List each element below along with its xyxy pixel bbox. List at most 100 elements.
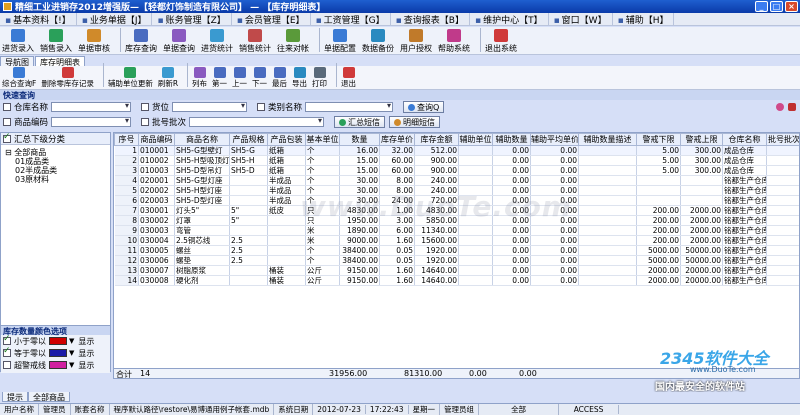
toolbar-button[interactable]: 辅助单位更新 (108, 67, 153, 89)
table-row[interactable]: 9 030003 弯管 米 1890.00 6.00 11340.00 0.00 0.00 200… (114, 225, 799, 236)
goods-code-checkbox[interactable] (3, 118, 11, 126)
toolbar-button[interactable]: 销售统计 (239, 29, 271, 54)
column-header[interactable]: 产品规格 (229, 133, 268, 146)
toolbar-button[interactable]: 打印 (312, 67, 327, 89)
table-cell: 0.00 (530, 165, 579, 176)
table-row[interactable]: 13 030007 树脂原浆 桶装 公斤 9150.00 1.60 14640.00 0.00 0… (114, 265, 799, 276)
chevron-down-icon[interactable]: ▼ (69, 337, 74, 345)
batch-select[interactable] (189, 116, 325, 127)
tab-navigation[interactable]: 导航图 (0, 56, 34, 67)
toolbar-button[interactable]: 删除零库存记录 (41, 67, 94, 89)
export-icon[interactable] (788, 103, 796, 111)
column-header[interactable]: 商品名称 (174, 133, 230, 146)
menu-item[interactable]: ▪ 查询报表【B】 (391, 12, 470, 26)
menu-item[interactable]: ▪ 业务单据【J】 (77, 12, 153, 26)
tree-node[interactable]: 03原材料 (5, 175, 110, 184)
menu-item[interactable]: ▪ 会员管理【E】 (232, 12, 311, 26)
column-header[interactable]: 数量 (339, 133, 380, 146)
menu-item[interactable]: ▪ 工资管理【G】 (311, 12, 391, 26)
column-header[interactable]: 序号 (114, 133, 139, 146)
equal-zero-checkbox[interactable] (3, 346, 11, 357)
warehouse-select[interactable] (51, 101, 132, 112)
table-row[interactable]: 11 030005 螺丝 2.5 个 38400.00 0.05 1920.00 0.00 0.0… (114, 245, 799, 256)
tree-node[interactable]: 01成品类 (5, 157, 110, 166)
tab-inventory-detail[interactable]: 库存明细表 (35, 56, 85, 67)
batch-checkbox[interactable] (141, 118, 150, 126)
column-header[interactable]: 商品编码 (138, 133, 175, 146)
toolbar-button[interactable]: 退出 (341, 67, 356, 89)
table-row[interactable]: 4 020001 SH5-G型灯座 半成品个 30.00 8.00 240.00 0.00 0.… (114, 175, 799, 186)
toolbar-button[interactable]: 下一 (252, 67, 267, 89)
warehouse-checkbox[interactable] (3, 103, 11, 111)
table-row[interactable]: 12 030006 螺垫 2.5 个 38400.00 0.05 1920.00 0.00 0.0… (114, 255, 799, 266)
toolbar-button[interactable]: 退出系统 (485, 29, 517, 54)
table-row[interactable]: 1 010001 SH5-G型壁灯 SH5-G 纸箱个 16.00 32.00 512.00 0… (114, 145, 799, 156)
column-header[interactable]: 库存金额 (414, 133, 459, 146)
toolbar-button[interactable]: 综合查询F (2, 67, 36, 89)
table-row[interactable]: 14 030008 硬化剂 桶装 公斤 9150.00 1.60 14640.00 0.00 0.… (114, 275, 799, 286)
toolbar-button[interactable]: 销售录入 (40, 29, 72, 54)
menu-item[interactable]: ▪ 辅助【H】 (613, 12, 675, 26)
palette-icon[interactable] (776, 103, 784, 111)
column-header[interactable]: 仓库名称 (722, 133, 767, 146)
shelf-checkbox[interactable] (141, 103, 150, 111)
maximize-icon[interactable]: □ (770, 1, 783, 12)
toolbar-button[interactable]: 单据查询 (163, 29, 195, 54)
column-header[interactable]: 批号批次 (766, 133, 799, 146)
category-select[interactable] (305, 101, 394, 112)
toolbar-button[interactable]: 导出 (292, 67, 307, 89)
below-zero-checkbox[interactable] (3, 334, 11, 345)
summary-subcategory-checkbox[interactable] (3, 132, 11, 143)
toolbar-button[interactable]: 进货统计 (201, 29, 233, 54)
close-icon[interactable]: × (785, 1, 798, 12)
status-role: 管理员组 (440, 404, 480, 415)
chevron-down-icon[interactable]: ▼ (69, 349, 74, 357)
chevron-down-icon[interactable]: ▼ (69, 361, 74, 369)
toolbar-button[interactable]: 第一 (212, 67, 227, 89)
toolbar-button[interactable]: 往来对帐 (277, 29, 309, 54)
toolbar-button[interactable]: 单据配置 (324, 29, 356, 54)
menu-item[interactable]: ▪ 账务管理【Z】 (152, 12, 232, 26)
summary-sms-button[interactable]: 汇总短信 (334, 116, 386, 128)
equal-zero-color-swatch[interactable] (49, 349, 67, 357)
toolbar-button[interactable]: 用户授权 (400, 29, 432, 54)
minimize-icon[interactable]: _ (755, 1, 768, 12)
goods-code-select[interactable] (51, 116, 132, 127)
column-header[interactable]: 警戒上限 (680, 133, 723, 146)
toolbar-button[interactable]: 列布 (192, 67, 207, 89)
toolbar-button[interactable]: 进货录入 (2, 29, 34, 54)
toolbar-button[interactable]: 库存查询 (125, 29, 157, 54)
column-header[interactable]: 辅助平均单价 (530, 133, 579, 146)
column-header[interactable]: 基本单位 (305, 133, 340, 146)
tab-tips[interactable]: 提示 (2, 392, 28, 402)
over-warning-checkbox[interactable] (3, 361, 11, 369)
column-header[interactable]: 辅助数量 (492, 133, 531, 146)
menu-item[interactable]: ▪ 窗口【W】 (549, 12, 613, 26)
column-header[interactable]: 库存单价 (379, 133, 415, 146)
table-row[interactable]: 2 010002 SH5-H型吸顶灯 SH5-H 纸箱个 15.00 60.00 900.00… (114, 155, 799, 166)
tree-root[interactable]: ⊟ 全部商品 (5, 148, 110, 157)
column-header[interactable]: 辅助单位 (458, 133, 493, 146)
shelf-select[interactable] (172, 101, 248, 112)
toolbar-button[interactable]: 数据备份 (362, 29, 394, 54)
query-button[interactable]: 查询Q (403, 101, 445, 113)
toolbar-button[interactable]: 单据审核 (78, 29, 110, 54)
toolbar-button[interactable]: 帮助系统 (438, 29, 470, 54)
detail-sms-button[interactable]: 明细短信 (389, 116, 441, 128)
over-warning-color-swatch[interactable] (49, 361, 67, 369)
menu-item[interactable]: ▪ 基本资料【!】 (0, 12, 77, 26)
tree-node[interactable]: 02半成品类 (5, 166, 110, 175)
column-header[interactable]: 辅助数量描述 (578, 133, 637, 146)
column-header[interactable]: 警戒下限 (636, 133, 681, 146)
menu-item[interactable]: ▪ 维护中心【T】 (470, 12, 549, 26)
tab-all-goods[interactable]: 全部商品 (28, 392, 70, 402)
toolbar-button[interactable]: 刷新R (158, 67, 178, 89)
toolbar-button[interactable]: 上一 (232, 67, 247, 89)
below-zero-color-swatch[interactable] (49, 337, 67, 345)
table-cell (636, 175, 681, 186)
toolbar-button[interactable]: 最后 (272, 67, 287, 89)
table-row[interactable]: 10 030004 2.5铜芯线 2.5 米 9000.00 1.60 15600.00 0.0… (114, 235, 799, 246)
table-row[interactable]: 3 010003 SH5-D型吊灯 SH5-D 纸箱个 15.00 60.00 900.00 0… (114, 165, 799, 176)
category-checkbox[interactable] (257, 103, 266, 111)
column-header[interactable]: 产品包装 (267, 133, 306, 146)
